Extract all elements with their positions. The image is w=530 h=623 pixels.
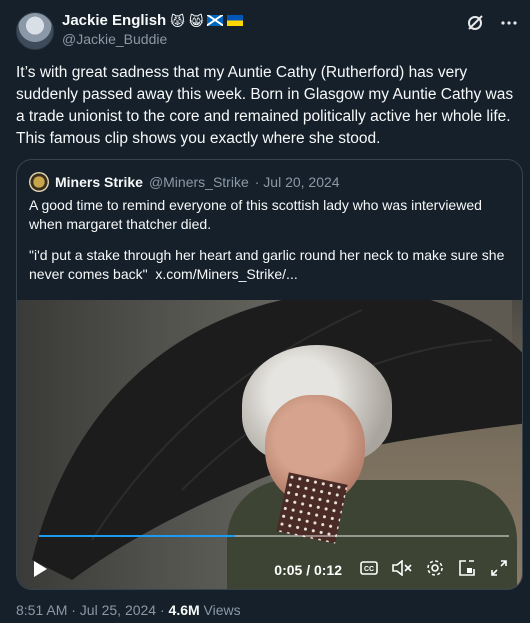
video-time: 0:05 / 0:12 bbox=[274, 561, 342, 578]
pip-icon[interactable] bbox=[458, 559, 476, 580]
quote-text: A good time to remind everyone of this s… bbox=[29, 196, 509, 296]
video-person-scarf bbox=[276, 472, 348, 544]
tweet-timestamp[interactable]: 8:51 AM · Jul 25, 2024 · bbox=[16, 602, 169, 618]
author-avatar[interactable] bbox=[16, 12, 54, 50]
quote-author-handle: @Miners_Strike bbox=[148, 174, 249, 190]
video-player[interactable]: 0:05 / 0:12 CC bbox=[17, 300, 522, 589]
quote-header: Miners Strike @Miners_Strike · Jul 20, 2… bbox=[29, 172, 340, 192]
quote-author-name: Miners Strike bbox=[55, 174, 143, 190]
author-handle[interactable]: @Jackie_Buddie bbox=[62, 31, 243, 47]
more-options-icon[interactable] bbox=[500, 14, 518, 32]
quote-avatar bbox=[29, 172, 49, 192]
quoted-tweet[interactable]: Miners Strike @Miners_Strike · Jul 20, 2… bbox=[16, 159, 523, 590]
views-label: Views bbox=[199, 602, 241, 618]
tweet-text: It’s with great sadness that my Auntie C… bbox=[16, 64, 514, 147]
video-controls-right: 0:05 / 0:12 CC bbox=[274, 559, 508, 580]
quote-text-line-2: "i'd put a stake through her heart and g… bbox=[29, 246, 509, 284]
grok-icon[interactable] bbox=[466, 14, 484, 32]
display-name-text: Jackie English bbox=[62, 12, 167, 29]
cat-grin-emoji-icon: 😸 bbox=[188, 12, 204, 29]
scotland-flag-icon bbox=[207, 15, 224, 26]
cat-angry-emoji-icon: 😾 bbox=[170, 12, 185, 29]
quote-date: · Jul 20, 2024 bbox=[254, 174, 340, 190]
author-name-block: Jackie English 😾 😸 @Jackie_Buddie bbox=[62, 12, 244, 47]
video-progress-bar[interactable] bbox=[39, 535, 509, 537]
ukraine-flag-icon bbox=[227, 15, 244, 26]
header-actions bbox=[466, 14, 518, 32]
fullscreen-icon[interactable] bbox=[490, 559, 508, 580]
play-icon[interactable] bbox=[33, 561, 47, 582]
video-controls: 0:05 / 0:12 CC bbox=[17, 548, 522, 589]
views-count: 4.6M bbox=[168, 602, 200, 618]
tweet-header: Jackie English 😾 😸 @Jackie_Buddie bbox=[16, 10, 518, 54]
svg-text:CC: CC bbox=[364, 566, 374, 573]
captions-icon[interactable]: CC bbox=[360, 561, 378, 578]
author-display-name[interactable]: Jackie English 😾 😸 bbox=[62, 12, 244, 29]
tweet-footer: 8:51 AM · Jul 25, 2024 · 4.6M Views bbox=[16, 602, 241, 618]
mute-icon[interactable] bbox=[392, 559, 412, 579]
settings-icon[interactable] bbox=[426, 559, 444, 580]
quote-text-line-1: A good time to remind everyone of this s… bbox=[29, 197, 482, 232]
quote-link[interactable]: x.com/Miners_Strike/... bbox=[155, 266, 297, 282]
video-progress-fill bbox=[39, 535, 235, 537]
